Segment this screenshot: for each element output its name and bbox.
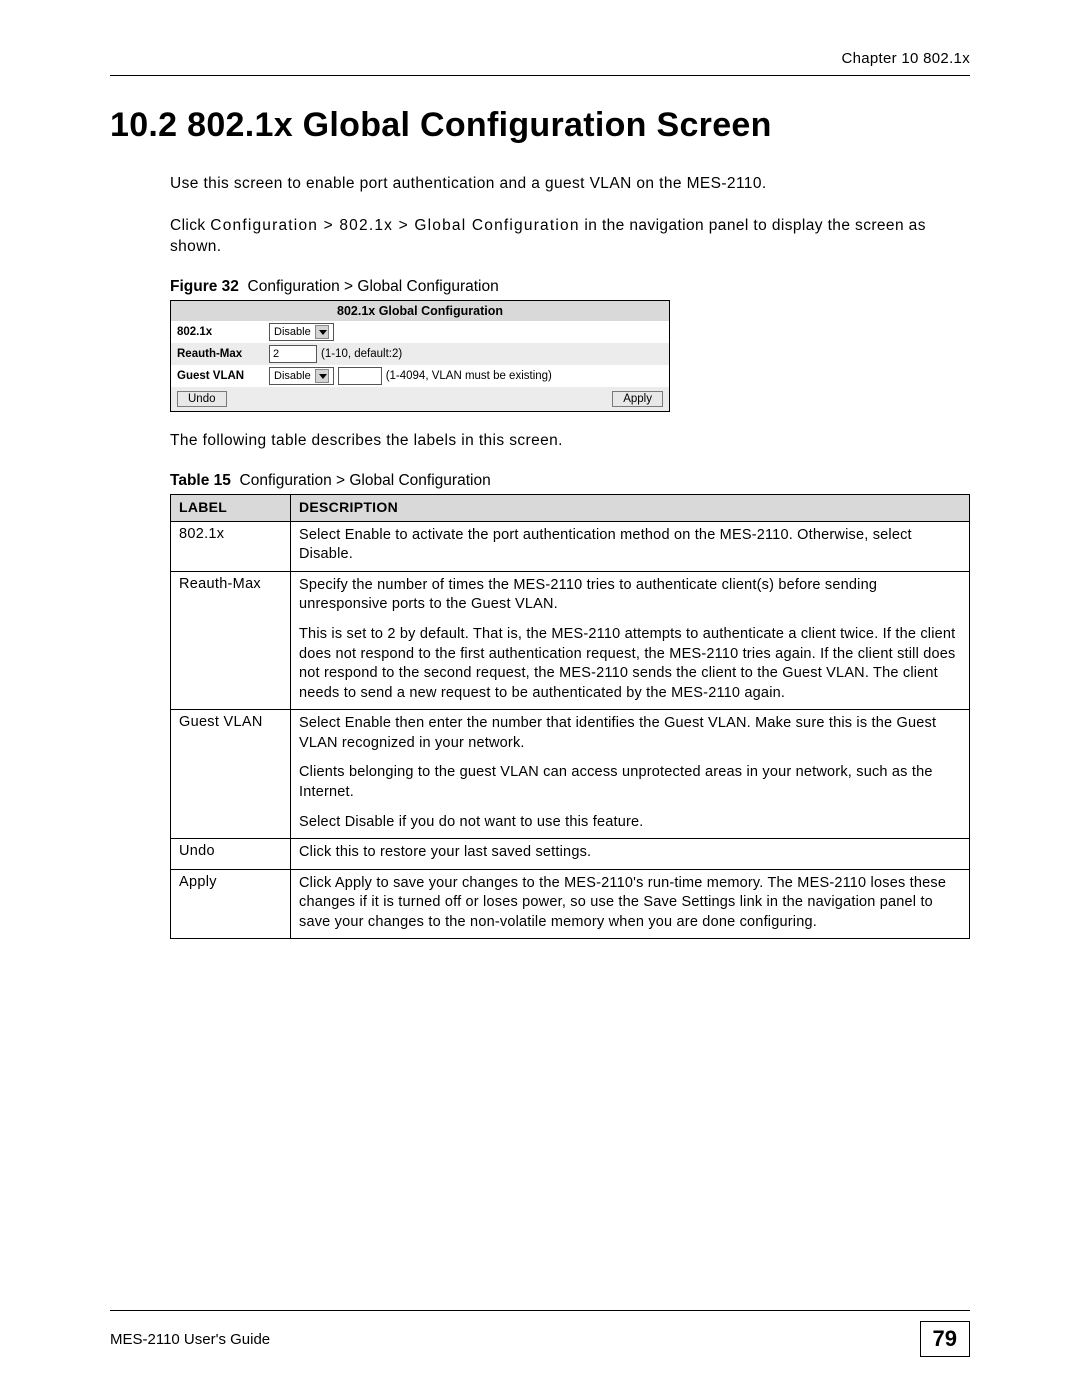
header-rule xyxy=(110,75,970,76)
chapter-header: Chapter 10 802.1x xyxy=(110,50,970,67)
chevron-down-icon xyxy=(315,369,329,383)
table-row: Reauth-Max Specify the number of times t… xyxy=(171,571,970,709)
table-row: 802.1x Select Enable to activate the por… xyxy=(171,521,970,571)
col-header-label: LABEL xyxy=(171,494,291,521)
figure-title: Configuration > Global Configuration xyxy=(248,278,499,295)
note-reauth-max: (1-10, default:2) xyxy=(321,348,402,360)
desc-text: Select Enable to activate the port authe… xyxy=(299,526,961,565)
select-guest-vlan[interactable]: Disable xyxy=(269,367,334,385)
config-panel: 802.1x Global Configuration 802.1x Disab… xyxy=(170,300,670,412)
cell-description: Specify the number of times the MES-2110… xyxy=(291,571,970,709)
table-row: Apply Click Apply to save your changes t… xyxy=(171,869,970,939)
row-guest-vlan: Guest VLAN Disable (1-4094, VLAN must be… xyxy=(171,365,669,387)
col-header-description: DESCRIPTION xyxy=(291,494,970,521)
cell-label: Undo xyxy=(171,839,291,870)
input-guest-vlan-id[interactable] xyxy=(338,367,382,385)
table-row: Undo Click this to restore your last sav… xyxy=(171,839,970,870)
panel-title: 802.1x Global Configuration xyxy=(171,301,669,321)
label-guest-vlan: Guest VLAN xyxy=(177,370,269,382)
figure-label: Figure 32 xyxy=(170,278,239,295)
cell-description: Click Apply to save your changes to the … xyxy=(291,869,970,939)
chevron-down-icon xyxy=(315,325,329,339)
button-row: Undo Apply xyxy=(171,387,669,411)
cell-label: Guest VLAN xyxy=(171,710,291,839)
cell-label: Apply xyxy=(171,869,291,939)
footer: MES-2110 User's Guide 79 xyxy=(110,1310,970,1357)
cell-description: Click this to restore your last saved se… xyxy=(291,839,970,870)
desc-text: Clients belonging to the guest VLAN can … xyxy=(299,763,961,802)
cell-description: Select Enable to activate the port authe… xyxy=(291,521,970,571)
figure-caption: Figure 32 Configuration > Global Configu… xyxy=(170,278,970,296)
desc-text: Select Enable then enter the number that… xyxy=(299,714,961,753)
select-802-1x[interactable]: Disable xyxy=(269,323,334,341)
label-802-1x: 802.1x xyxy=(177,326,269,338)
desc-text: This is set to 2 by default. That is, th… xyxy=(299,625,961,703)
select-guest-vlan-value: Disable xyxy=(274,370,311,382)
desc-text: Click this to restore your last saved se… xyxy=(299,843,961,863)
select-802-1x-value: Disable xyxy=(274,326,311,338)
row-802-1x: 802.1x Disable xyxy=(171,321,669,343)
nav-instruction: Click Configuration > 802.1x > Global Co… xyxy=(170,215,970,258)
label-reauth-max: Reauth-Max xyxy=(177,348,269,360)
post-figure-text: The following table describes the labels… xyxy=(170,430,970,452)
desc-text: Specify the number of times the MES-2110… xyxy=(299,576,961,615)
apply-button[interactable]: Apply xyxy=(612,391,663,407)
page-number-box: 79 xyxy=(920,1321,970,1357)
intro-paragraph: Use this screen to enable port authentic… xyxy=(170,173,970,195)
table-row: Guest VLAN Select Enable then enter the … xyxy=(171,710,970,839)
undo-button[interactable]: Undo xyxy=(177,391,227,407)
section-heading: 10.2 802.1x Global Configuration Screen xyxy=(110,106,970,145)
input-reauth-max[interactable] xyxy=(269,345,317,363)
table-caption: Table 15 Configuration > Global Configur… xyxy=(170,472,970,490)
description-table: LABEL DESCRIPTION 802.1x Select Enable t… xyxy=(170,494,970,940)
cell-label: Reauth-Max xyxy=(171,571,291,709)
note-guest-vlan: (1-4094, VLAN must be existing) xyxy=(386,370,552,382)
desc-text: Click Apply to save your changes to the … xyxy=(299,874,961,933)
nav-path: Configuration > 802.1x > Global Configur… xyxy=(210,217,579,234)
footer-rule xyxy=(110,1310,970,1311)
footer-guide-name: MES-2110 User's Guide xyxy=(110,1331,270,1348)
row-reauth-max: Reauth-Max (1-10, default:2) xyxy=(171,343,669,365)
nav-prefix: Click xyxy=(170,217,210,234)
desc-text: Select Disable if you do not want to use… xyxy=(299,813,961,833)
cell-description: Select Enable then enter the number that… xyxy=(291,710,970,839)
table-title: Configuration > Global Configuration xyxy=(240,472,491,489)
table-label: Table 15 xyxy=(170,472,231,489)
cell-label: 802.1x xyxy=(171,521,291,571)
